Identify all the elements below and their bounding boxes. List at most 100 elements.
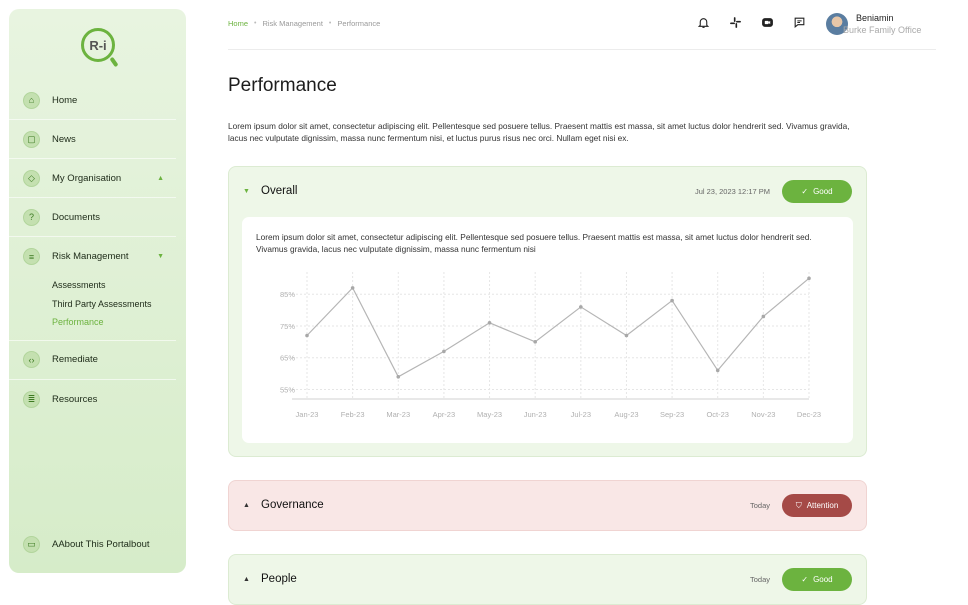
breadcrumb-home[interactable]: Home bbox=[228, 19, 248, 28]
chevron-down-icon[interactable]: ▼ bbox=[157, 253, 164, 260]
card-description: Lorem ipsum dolor sit amet, consectetur … bbox=[256, 232, 812, 254]
chevron-up-icon[interactable]: ▲ bbox=[243, 502, 250, 509]
card-header[interactable]: ▲ People Today ✓ Good bbox=[229, 555, 866, 605]
chevron-up-icon[interactable]: ▲ bbox=[157, 175, 164, 182]
chevron-down-icon[interactable]: ▼ bbox=[243, 188, 250, 195]
y-tick-label: 55% bbox=[280, 385, 295, 394]
sidebar-item-label: AAbout This Portalbout bbox=[52, 539, 150, 550]
sidebar: R-i ⌂ Home ▢ News ◇ My Organisation ▲ ? … bbox=[9, 9, 186, 573]
sidebar-subitem-assessments[interactable]: Assessments bbox=[52, 276, 176, 295]
card-date: Today bbox=[749, 575, 770, 584]
breadcrumb: Home • Risk Management • Performance bbox=[228, 19, 380, 28]
breadcrumb-separator: • bbox=[254, 20, 257, 27]
sidebar-item-home[interactable]: ⌂ Home bbox=[9, 81, 176, 120]
y-tick-label: 75% bbox=[280, 322, 295, 331]
sidebar-subitem-performance[interactable]: Performance bbox=[52, 313, 176, 332]
sidebar-item-resources[interactable]: ≣ Resources bbox=[9, 380, 176, 419]
card-header[interactable]: ▼ Overall Jul 23, 2023 12:17 PM ✓ Good bbox=[229, 167, 866, 217]
data-point bbox=[579, 305, 583, 309]
status-badge[interactable]: ✓ Good bbox=[782, 180, 852, 203]
data-point bbox=[487, 321, 492, 325]
sidebar-item-label: My Organisation bbox=[52, 172, 122, 184]
card-overall: ▼ Overall Jul 23, 2023 12:17 PM ✓ Good L… bbox=[228, 166, 867, 457]
x-tick-label: Jun-23 bbox=[524, 410, 547, 419]
sidebar-item-label: Risk Management bbox=[52, 251, 129, 262]
data-point bbox=[670, 298, 674, 303]
home-icon: ⌂ bbox=[23, 91, 40, 109]
card-title: People bbox=[261, 573, 297, 585]
document-icon: ? bbox=[23, 208, 40, 226]
status-badge[interactable]: ✓ Good bbox=[782, 568, 852, 591]
bell-icon[interactable] bbox=[696, 15, 710, 29]
data-point bbox=[305, 333, 309, 338]
resources-icon: ≣ bbox=[23, 390, 40, 408]
x-tick-label: Nov-23 bbox=[751, 410, 775, 419]
sidebar-item-label: Resources bbox=[52, 393, 98, 405]
card-date: Jul 23, 2023 12:17 PM bbox=[694, 187, 770, 196]
company-logo[interactable]: R-i bbox=[81, 28, 115, 62]
data-point bbox=[761, 314, 766, 319]
data-point bbox=[715, 368, 720, 373]
card-governance: ▲ Governance Today ⛉ Attention bbox=[228, 480, 867, 531]
data-point bbox=[533, 340, 537, 344]
sidebar-item-documents[interactable]: ? Documents bbox=[9, 198, 176, 237]
cube-icon: ◇ bbox=[23, 169, 40, 187]
sidebar-item-label: Home bbox=[52, 94, 78, 106]
card-date: Today bbox=[749, 501, 770, 510]
data-point bbox=[396, 374, 401, 379]
user-organisation: Burke Family Office bbox=[843, 25, 922, 35]
sidebar-item-risk-management[interactable]: ≡ Risk Management ▼ bbox=[9, 237, 176, 276]
slack-icon[interactable] bbox=[728, 15, 742, 29]
breadcrumb-separator: • bbox=[328, 20, 332, 27]
x-tick-label: Apr-23 bbox=[433, 410, 456, 419]
sidebar-subitem-third-party-assessments[interactable]: Third Party Assessments bbox=[52, 295, 176, 314]
sidebar-nav: ⌂ Home ▢ News ◇ My Organisation ▲ ? Docu… bbox=[9, 81, 186, 419]
header-divider bbox=[228, 49, 936, 50]
monitor-icon: ▭ bbox=[23, 536, 40, 553]
status-label: Good bbox=[813, 187, 833, 196]
card-people: ▲ People Today ✓ Good bbox=[228, 554, 867, 605]
user-name[interactable]: Beniamin bbox=[856, 13, 894, 23]
x-tick-label: Oct-23 bbox=[706, 410, 729, 419]
breadcrumb-current: Performance bbox=[337, 19, 381, 28]
x-tick-label: May-23 bbox=[477, 410, 502, 419]
clipboard-icon: ≡ bbox=[23, 248, 40, 265]
check-icon: ✓ bbox=[801, 575, 809, 584]
x-tick-label: Sep-23 bbox=[660, 410, 684, 419]
series-line bbox=[306, 277, 810, 378]
remediate-icon: ‹› bbox=[23, 351, 40, 368]
card-title: Governance bbox=[261, 499, 324, 511]
sidebar-item-my-organisation[interactable]: ◇ My Organisation ▲ bbox=[9, 159, 176, 198]
sidebar-item-label: Documents bbox=[52, 211, 101, 223]
sidebar-item-about[interactable]: ▭ AAbout This Portalbout bbox=[23, 536, 150, 553]
shield-icon: ⛉ bbox=[795, 500, 802, 510]
sidebar-item-label: Remediate bbox=[52, 354, 98, 365]
x-tick-label: Jan-23 bbox=[296, 410, 319, 419]
status-label: Attention bbox=[806, 501, 839, 510]
page-intro: Lorem ipsum dolor sit amet, consectetur … bbox=[228, 121, 850, 143]
page-title: Performance bbox=[228, 75, 337, 96]
card-header[interactable]: ▲ Governance Today ⛉ Attention bbox=[229, 481, 866, 531]
status-badge[interactable]: ⛉ Attention bbox=[782, 494, 852, 517]
video-call-icon[interactable] bbox=[760, 15, 774, 29]
x-tick-label: Jul-23 bbox=[571, 410, 591, 419]
performance-chart: 85% 75% 65% 55% Jan-23 Feb-23 Mar-23 Apr-23 May-… bbox=[280, 272, 821, 419]
card-body: Lorem ipsum dolor sit amet, consectetur … bbox=[242, 217, 853, 443]
news-icon: ▢ bbox=[23, 130, 40, 148]
data-point bbox=[624, 333, 629, 338]
breadcrumb-risk-management[interactable]: Risk Management bbox=[262, 19, 322, 28]
x-tick-label: Aug-23 bbox=[614, 410, 638, 419]
card-title: Overall bbox=[261, 185, 298, 197]
data-point bbox=[350, 286, 355, 290]
data-point bbox=[807, 276, 811, 281]
risk-management-submenu: Assessments Third Party Assessments Perf… bbox=[9, 276, 176, 341]
sidebar-item-remediate[interactable]: ‹› Remediate bbox=[9, 341, 176, 380]
check-icon: ✓ bbox=[801, 187, 809, 196]
chat-icon[interactable] bbox=[792, 15, 806, 29]
header-actions bbox=[696, 15, 806, 29]
x-tick-label: Mar-23 bbox=[386, 410, 410, 419]
sidebar-item-label: News bbox=[52, 133, 76, 145]
status-label: Good bbox=[813, 575, 833, 584]
data-point bbox=[442, 349, 446, 354]
sidebar-item-news[interactable]: ▢ News bbox=[9, 120, 176, 159]
